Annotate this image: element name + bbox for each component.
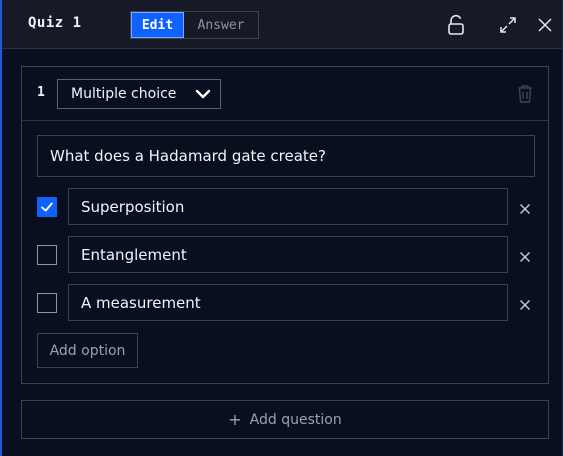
- question-type-value: Multiple choice: [71, 86, 177, 102]
- option-text: Superposition: [81, 197, 185, 216]
- tab-edit[interactable]: Edit: [131, 12, 184, 38]
- quiz-window: Quiz 1 Edit Answer 1 Multiple choice Wha…: [0, 0, 563, 456]
- question-text: What does a Hadamard gate create?: [50, 147, 326, 165]
- option-field[interactable]: Entanglement: [68, 236, 508, 273]
- tab-answer[interactable]: Answer: [184, 12, 258, 38]
- option-checkbox[interactable]: [37, 197, 57, 217]
- question-number: 1: [37, 85, 45, 100]
- add-option-button[interactable]: Add option: [37, 333, 138, 368]
- mode-toggle: Edit Answer: [130, 11, 259, 39]
- add-question-button[interactable]: + Add question: [21, 400, 549, 439]
- add-question-label: Add question: [249, 411, 342, 428]
- chevron-down-icon: [195, 88, 211, 100]
- window-title: Quiz 1: [28, 15, 82, 31]
- option-row: Superposition: [37, 188, 535, 225]
- option-row: A measurement: [37, 284, 535, 321]
- question-card-header: 1 Multiple choice: [22, 67, 548, 121]
- plus-icon: +: [228, 410, 242, 429]
- remove-option-icon[interactable]: [519, 296, 531, 310]
- question-text-field[interactable]: What does a Hadamard gate create?: [37, 135, 535, 177]
- option-checkbox[interactable]: [37, 245, 57, 265]
- question-type-select[interactable]: Multiple choice: [57, 79, 221, 109]
- remove-option-icon[interactable]: [519, 200, 531, 214]
- option-text: A measurement: [81, 293, 201, 312]
- option-checkbox[interactable]: [37, 293, 57, 313]
- title-bar: Quiz 1 Edit Answer: [2, 0, 562, 49]
- option-text: Entanglement: [81, 245, 187, 264]
- trash-icon[interactable]: [516, 84, 534, 104]
- expand-icon[interactable]: [498, 14, 518, 36]
- question-card: 1 Multiple choice What does a Hadamard g…: [21, 66, 549, 384]
- option-field[interactable]: A measurement: [68, 284, 508, 321]
- unlock-icon[interactable]: [446, 14, 466, 36]
- option-field[interactable]: Superposition: [68, 188, 508, 225]
- remove-option-icon[interactable]: [519, 248, 531, 262]
- close-icon[interactable]: [535, 14, 555, 36]
- option-row: Entanglement: [37, 236, 535, 273]
